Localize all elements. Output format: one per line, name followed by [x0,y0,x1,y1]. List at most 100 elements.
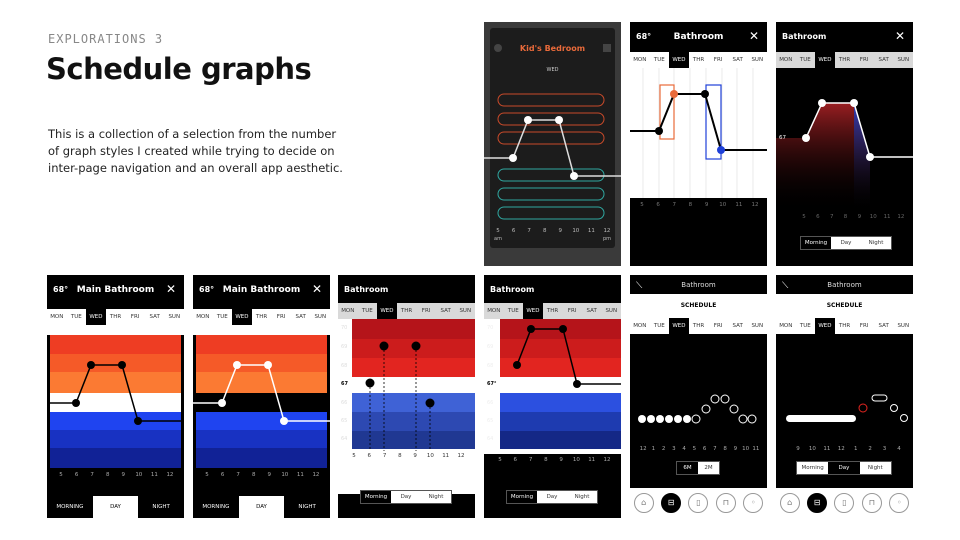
tab-day[interactable]: DAY [238,496,285,518]
y-tick: 70 [487,325,494,331]
hour-tick: 6 [220,472,225,478]
sched1-range-segment: 6M 2M [676,461,720,475]
hour-tick: 8 [843,214,848,220]
tab-morning[interactable]: MORNING [193,496,239,518]
hour-tick: 1 [651,446,656,452]
segment-day[interactable]: Day [537,491,567,503]
y-tick: 65 [487,418,494,424]
bath3-graph [338,319,475,494]
card-main-bathroom-1: 68° Main Bathroom ✕ MON TUE WED THR FRI SAT SU… [47,275,184,518]
section-kicker: EXPLORATIONS 3 [48,32,164,46]
hour-tick: 7 [527,228,531,234]
hour-tick: 3 [672,446,676,452]
segment-6m[interactable]: 6M [677,462,698,474]
more-room-icon[interactable]: ◦ [743,493,764,513]
tab-morning[interactable]: MORNING [47,496,93,518]
mini2-hour-axis: 5 6 7 8 9 10 11 12 [798,214,907,220]
hour-tick: 10 [869,214,877,220]
bath4-hour-axis: 5 6 7 8 9 10 11 12 [494,457,613,463]
card-schedule-1: ⟍ Bathroom SCHEDULE MON TUE WED THR FRI SAT SU… [630,275,767,518]
kids-pm: pm [602,236,611,242]
main2-hour-axis: 5 6 7 8 9 10 11 12 [201,472,322,478]
tab-night[interactable]: NIGHT [138,496,184,518]
segment-morning[interactable]: Morning [361,491,391,503]
hour-tick: 12 [603,457,611,463]
hour-tick: 7 [236,472,240,478]
hour-tick: 9 [704,202,709,208]
main2-graph [193,325,330,468]
segment-night[interactable]: Night [421,491,451,503]
card-bathroom-3: Bathroom MON TUE WED THR FRI SAT SUN 70 69 68 … [338,275,475,518]
main1-graph [47,325,184,468]
hour-tick: 5 [59,472,63,478]
hour-tick: 9 [413,453,417,459]
segment-night[interactable]: Night [859,462,891,474]
chair-icon[interactable]: ⊓ [861,493,882,513]
segment-day[interactable]: Day [391,491,421,503]
sched1-hour-axis: 12 1 2 3 4 5 6 7 8 9 10 11 [638,446,761,452]
hour-tick: 8 [251,472,256,478]
hour-tick: 12 [639,446,647,452]
hour-tick: 6 [816,214,820,220]
card-bathroom-mini-1: 68° Bathroom ✕ MON TUE WED THR FRI SAT SUN 567… [630,22,767,266]
y-tick: 70 [341,325,348,331]
bed-icon[interactable]: ⊟ [807,493,828,513]
card-kids-bedroom: Kid's Bedroom WED 5 6 7 8 9 10 11 12 am pm [484,22,621,266]
hour-tick: 9 [559,457,563,463]
hour-tick: 5 [692,446,697,452]
segment-morning[interactable]: Morning [801,237,831,249]
sched1-room-icons: ⌂ ⊟ ▯ ⊓ ◦ [630,488,767,518]
hour-tick: 7 [382,453,387,459]
y-tick: 68 [487,363,494,369]
mini1-graph [630,68,767,198]
hour-tick: 8 [105,472,110,478]
hour-tick: 6 [74,472,79,478]
segment-night[interactable]: Night [567,491,597,503]
more-room-icon[interactable]: ◦ [889,493,910,513]
segment-day[interactable]: Day [828,462,860,474]
fridge-icon[interactable]: ▯ [834,493,855,513]
segment-morning[interactable]: Morning [507,491,537,503]
hour-tick: 8 [688,202,693,208]
kids-hour-axis: 5 6 7 8 9 10 11 12 [492,228,613,234]
sofa-icon[interactable]: ⌂ [779,493,800,513]
mini2-time-segment: Morning Day Night [800,236,892,250]
y-tick: 64 [341,436,348,442]
tab-day[interactable]: DAY [92,496,139,518]
bath3-time-segment: Morning Day Night [360,490,452,504]
fridge-icon[interactable]: ▯ [688,493,709,513]
hour-tick: 6 [702,446,707,452]
hour-tick: 8 [723,446,727,452]
hour-tick: 11 [588,457,596,463]
hour-tick: 11 [752,446,760,452]
y-tick: 65 [341,418,348,424]
hour-tick: 4 [682,446,686,452]
sofa-icon[interactable]: ⌂ [633,493,654,513]
hour-tick: 2 [661,446,666,452]
card-main-bathroom-2: 68° Main Bathroom ✕ MON TUE WED THR FRI SAT SU… [193,275,330,518]
hour-tick: 12 [312,472,320,478]
y-tick: 68 [341,363,348,369]
segment-day[interactable]: Day [831,237,861,249]
tab-night[interactable]: NIGHT [284,496,330,518]
chair-icon[interactable]: ⊓ [715,493,736,513]
card-schedule-2: ⟍ Bathroom SCHEDULE MON TUE WED THR FRI SAT SU… [776,275,913,518]
hour-tick: 6 [656,202,660,208]
y-tick: 69 [487,344,494,350]
hour-tick: 5 [802,214,806,220]
hour-tick: 2 [868,446,872,452]
hour-tick: 10 [742,446,750,452]
segment-2m[interactable]: 2M [698,462,719,474]
mini2-graph [776,99,913,212]
hour-tick: 12 [751,202,759,208]
hour-tick: 11 [735,202,743,208]
y-tick: 64 [487,436,494,442]
sched2-room-icons: ⌂ ⊟ ▯ ⊓ ◦ [776,488,913,518]
mini2-temp: 67 [779,135,786,141]
bed-icon[interactable]: ⊟ [661,493,682,513]
hour-tick: 10 [719,202,727,208]
bath3-hour-axis: 5 6 7 8 9 10 11 12 [348,453,467,459]
hour-tick: 9 [121,472,126,478]
segment-morning[interactable]: Morning [797,462,829,474]
segment-night[interactable]: Night [861,237,891,249]
